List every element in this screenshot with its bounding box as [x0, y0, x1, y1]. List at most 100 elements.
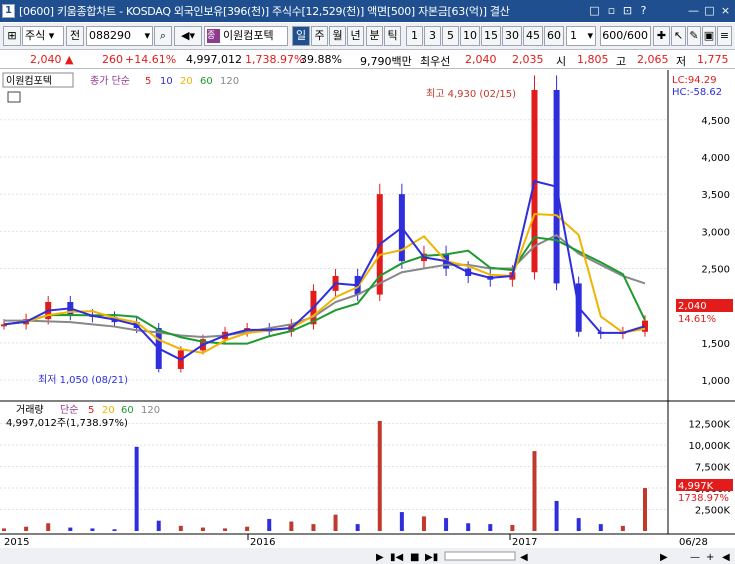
save-icon[interactable]: ▣	[702, 26, 716, 46]
open-price: 1,805	[577, 53, 609, 66]
scroll-prev-icon[interactable]: ◀	[520, 552, 528, 563]
window-title: [0600] 키움종합차트 - KOSDAQ 외국인보유[396(천)] 주식수…	[19, 5, 510, 18]
vol-tag: 4,997K	[678, 481, 714, 492]
pct-tag: 14.61%	[678, 314, 716, 325]
volume-bar	[421, 516, 426, 531]
price-ytick-label: 4,500	[701, 116, 730, 127]
low-annotation: 최저 1,050 (08/21)	[38, 374, 128, 386]
interval-60[interactable]: 60	[544, 26, 564, 46]
volume-bar	[24, 526, 29, 531]
volume-bar	[554, 500, 559, 531]
sound-icon[interactable]: ◀▾	[174, 26, 202, 46]
period-week-tab[interactable]: 주	[311, 26, 328, 46]
volume-bar	[510, 524, 515, 531]
interval-1[interactable]: 1	[406, 26, 423, 46]
prev-button[interactable]: 전	[66, 26, 84, 46]
volume-bar	[289, 521, 294, 531]
period-minute-tab[interactable]: 분	[366, 26, 383, 46]
window-pin-icon[interactable]: ⊡	[621, 4, 634, 17]
volume-bar	[311, 524, 316, 531]
scroll-first-icon[interactable]: ▮◀	[390, 552, 404, 563]
period-month-tab[interactable]: 월	[329, 26, 346, 46]
stock-chart[interactable]: 이원컴포텍 종가 단순 5 10 20 60 120 최고 4,930 (02/…	[0, 70, 735, 564]
price-ytick-label: 3,000	[701, 227, 730, 238]
data-count-field[interactable]: 600/600	[600, 26, 651, 46]
volume-bar	[466, 523, 471, 531]
high-label: 고	[616, 55, 627, 68]
price-indicator-label: 종가 단순	[90, 75, 130, 87]
volume-bar	[643, 488, 647, 531]
volume-ytick-label: 7,500K	[695, 463, 731, 474]
high-annotation: 최고 4,930 (02/15)	[426, 88, 516, 100]
minimize-icon[interactable]: —	[687, 4, 700, 17]
interval-10[interactable]: 10	[460, 26, 480, 46]
xaxis-label-2017: 2017	[512, 537, 537, 548]
volume-bar	[68, 527, 73, 531]
interval-15[interactable]: 15	[481, 26, 501, 46]
hc-label: HC:-58.62	[672, 87, 722, 98]
best-ask: 2,040	[465, 53, 497, 66]
zoom-out-icon[interactable]: —	[690, 552, 700, 563]
pointer-icon[interactable]: ↖	[671, 26, 686, 46]
volume-bar	[178, 525, 183, 531]
volume-bar	[200, 527, 205, 531]
xaxis-label-2015: 2015	[4, 537, 29, 548]
volume-ytick-label: 12,500K	[688, 420, 730, 431]
chart-menu-icon[interactable]: ⊞	[3, 26, 21, 46]
volume-bar	[576, 518, 581, 531]
help-icon[interactable]: ?	[637, 4, 650, 17]
low-label: 저	[676, 55, 687, 68]
vol-pct-tag: 1738.97%	[678, 493, 729, 504]
company-name-field[interactable]: 종 이원컴포텍	[204, 26, 288, 46]
zoom-in-icon[interactable]: +	[706, 552, 714, 563]
open-label: 시	[556, 55, 567, 68]
scroll-left-icon[interactable]: ▶	[376, 552, 384, 563]
volume-bar	[399, 512, 404, 531]
price-change: 260	[102, 53, 123, 66]
scroll-bar[interactable]	[0, 548, 735, 564]
interval-30[interactable]: 30	[502, 26, 522, 46]
best-bid: 2,035	[512, 53, 544, 66]
close-icon[interactable]: ×	[719, 4, 732, 17]
scroll-next-icon[interactable]: ▶	[660, 552, 668, 563]
scroll-thumb-track[interactable]	[444, 551, 516, 561]
ma20-label: 20	[180, 76, 193, 87]
window-restore-icon[interactable]: ▫	[605, 4, 618, 17]
period-tick-tab[interactable]: 틱	[384, 26, 401, 46]
interval-select[interactable]: 1 ▾	[566, 26, 596, 46]
menu-icon[interactable]: ≡	[717, 26, 732, 46]
chart-table-icon[interactable]	[7, 91, 21, 103]
period-day-tab[interactable]: 일	[292, 26, 310, 46]
volume-bar	[333, 514, 338, 531]
tools-icon[interactable]: ✎	[687, 26, 701, 46]
volume-bar	[134, 446, 139, 531]
toolbar: ⊞ 주식 ▾ 전 088290 ▾ ⌕ ◀▾ 종 이원컴포텍 일 주 월 년 분 틱…	[0, 23, 735, 50]
search-icon[interactable]: ⌕	[154, 26, 172, 46]
scroll-end-icon[interactable]: ◀	[722, 552, 730, 563]
volume-title: 거래량	[16, 404, 44, 416]
price-ytick-label: 2,500	[701, 265, 730, 276]
volume-bar	[46, 523, 51, 531]
price-title: 이원컴포텍	[6, 75, 52, 87]
stop-icon[interactable]: ■	[410, 552, 419, 563]
turnover: 39.88%	[300, 53, 342, 66]
title-bar: 1 [0600] 키움종합차트 - KOSDAQ 외국인보유[396(천)] 주…	[0, 0, 735, 22]
period-year-tab[interactable]: 년	[347, 26, 364, 46]
volume-value-label: 4,997,012주(1,738.97%)	[6, 418, 128, 429]
price-ytick-label: 3,500	[701, 190, 730, 201]
play-icon[interactable]: ▶▮	[425, 552, 438, 563]
window-option-icon[interactable]: □	[588, 4, 601, 17]
volume-ytick-label: 10,000K	[688, 441, 730, 452]
maximize-icon[interactable]: □	[703, 4, 716, 17]
interval-45[interactable]: 45	[523, 26, 543, 46]
volume-bar	[90, 528, 95, 531]
volume-bar	[2, 528, 6, 531]
lc-label: LC:94.29	[672, 75, 717, 86]
market-select[interactable]: 주식 ▾	[22, 26, 64, 46]
vol-ma5-label: 5	[88, 405, 94, 416]
interval-3[interactable]: 3	[424, 26, 441, 46]
current-price: 2,040	[30, 53, 62, 66]
stock-code-input[interactable]: 088290 ▾	[86, 26, 153, 46]
interval-5[interactable]: 5	[442, 26, 459, 46]
crosshair-icon[interactable]: ✚	[653, 26, 670, 46]
